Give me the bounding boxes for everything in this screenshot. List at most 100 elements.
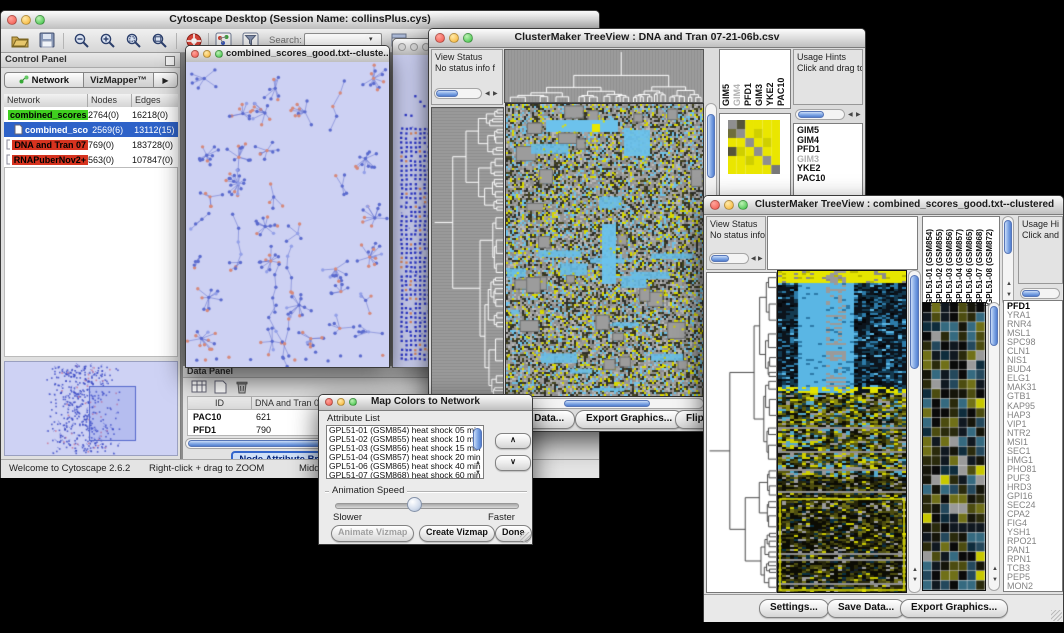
network1-title-bar[interactable]: combined_scores_good.txt--cluste... [186,46,389,63]
treeview-window-2: ClusterMaker TreeView : combined_scores_… [703,195,1064,622]
treeview1-title: ClusterMaker TreeView : DNA and Tran 07-… [429,29,865,46]
col-label: GPL51-01 (GSM854) [925,219,934,305]
tv2-save-data-button[interactable]: Save Data... [827,599,905,618]
document-icon [6,139,10,150]
animate-vizmap-button[interactable]: Animate Vizmap [331,525,414,542]
network-name: DNA and Tran 07 [12,140,88,150]
tv1-row-dendrogram[interactable] [431,107,504,397]
create-vizmap-button[interactable]: Create Vizmap [419,525,495,542]
open-file-icon[interactable] [11,32,29,50]
tv1-matrix-hscrollbar[interactable] [505,398,704,409]
main-window-title: Cytoscape Desktop (Session Name: collins… [1,11,599,28]
attribute-item[interactable]: GPL51-07 (GSM868) heat shock 60 min [327,471,483,479]
minimize-icon[interactable] [21,15,31,25]
resize-grip[interactable] [1051,610,1062,621]
save-icon[interactable] [39,32,57,50]
minimize-icon[interactable] [724,200,734,210]
network-row-combined-scores[interactable]: combined_scores 2764(0) 16218(0) [4,107,178,123]
treeview1-title-bar[interactable]: ClusterMaker TreeView : DNA and Tran 07-… [429,29,865,48]
tv2-export-graphics-button[interactable]: Export Graphics... [900,599,1008,618]
document-icon [14,124,23,135]
zoom-in-icon[interactable] [99,32,117,50]
close-icon[interactable] [398,43,406,51]
col-label: GIM4 [732,52,742,106]
close-icon[interactable] [191,50,199,58]
network-row-dna-tran[interactable]: DNA and Tran 07 769(0) 183728(0) [4,137,178,153]
tv1-status-hscrollbar[interactable] [434,88,482,99]
col-label: GIM5 [721,52,731,106]
col-label: GPL51-07 (GSM868) [975,219,984,305]
network-tab-icon [19,75,29,84]
minimize-icon[interactable] [449,33,459,43]
gene-label[interactable]: PAC10 [797,174,862,184]
tv2-collabel-vscrollbar[interactable]: ▲ ▼ [1002,216,1014,306]
col-header-nodes[interactable]: Nodes [88,94,132,107]
move-up-button[interactable]: ∧ [495,433,531,449]
zoom-window-icon[interactable] [349,398,357,406]
zoom-fit-icon[interactable] [151,32,169,50]
tv1-column-dendrogram[interactable] [504,49,704,103]
tab-network[interactable]: Network [4,72,84,88]
animation-speed-label: Animation Speed [329,485,407,496]
search-dropdown-icon[interactable]: ▾ [369,35,373,43]
network-row-rnapuber[interactable]: RNAPuberNov2+ 563(0) 107847(0) [4,152,178,168]
network-name: combined_sco [25,125,88,135]
network1-canvas[interactable] [186,62,389,367]
resize-grip[interactable] [520,532,531,543]
col-label: GPL51-06 (GSM865) [965,219,974,305]
birdseye-view[interactable] [4,361,178,456]
tv1-view-status: View Status No status info f ◀▶ [431,49,503,105]
control-panel-tabs: Network VizMapper™ ▶ [4,72,178,89]
minimize-icon[interactable] [410,43,418,51]
tv2-hints-hscrollbar[interactable] [1020,288,1060,299]
tv1-export-graphics-button[interactable]: Export Graphics... [575,410,683,429]
animation-slider-track[interactable] [335,503,519,509]
tab-overflow-icon[interactable]: ▶ [154,72,178,88]
tab-vizmapper[interactable]: VizMapper™ [84,72,154,88]
col-header-network[interactable]: Network [4,94,88,107]
tv2-status-hscrollbar[interactable] [709,253,749,264]
tv2-row-dendrogram[interactable] [706,272,777,593]
zoom-window-icon[interactable] [35,15,45,25]
zoom-window-icon[interactable] [463,33,473,43]
tv2-zoom-heatmap[interactable] [922,302,986,591]
zoom-selected-icon[interactable] [125,32,143,50]
col-label: GPL51-03 (GSM856) [945,219,954,305]
tv2-column-dendrogram[interactable] [767,216,918,270]
treeview2-title: ClusterMaker TreeView : combined_scores_… [704,196,1063,213]
zoom-out-icon[interactable] [73,32,91,50]
animation-slider-thumb[interactable] [407,497,422,512]
close-icon[interactable] [7,15,17,25]
float-panel-icon[interactable] [165,56,175,66]
tv2-gene-list: PFD1 YRA1 RNR4 MSL1 SPC98 CLN1 NIS1 BUD4… [1003,300,1063,592]
zoom-window-icon[interactable] [215,50,223,58]
attribute-list-label: Attribute List [327,413,380,424]
data-col-id[interactable]: ID [188,397,252,409]
move-down-button[interactable]: ∨ [495,455,531,471]
treeview2-title-bar[interactable]: ClusterMaker TreeView : combined_scores_… [704,196,1063,215]
gene-label[interactable]: MON2 [1007,582,1062,591]
attribute-listbox[interactable]: GPL51-01 (GSM854) heat shock 05 min GPL5… [326,425,484,479]
desktop: Cytoscape Desktop (Session Name: collins… [0,0,1064,633]
close-icon[interactable] [710,200,720,210]
tv2-expression-heatmap[interactable] [777,270,907,593]
tv2-settings-button[interactable]: Settings... [759,599,829,618]
tv1-mini-heatmap[interactable] [728,120,780,174]
dialog-title-bar[interactable]: Map Colors to Network [319,395,532,411]
tv2-genelist-vscrollbar[interactable]: ▲ ▼ [988,302,1000,591]
col-label: GPL51-08 (GSM872) [985,219,994,305]
slower-label: Slower [333,512,362,523]
minimize-icon[interactable] [337,398,345,406]
status-zoom-hint: Right-click + drag to ZOOM [149,460,264,478]
tv2-heatmap-vscrollbar[interactable]: ▲ ▼ [908,270,921,593]
close-icon[interactable] [435,33,445,43]
zoom-window-icon[interactable] [738,200,748,210]
attribute-list-scroll-thumb[interactable] [473,428,482,450]
tv1-similarity-matrix[interactable] [505,103,704,397]
close-icon[interactable] [325,398,333,406]
tv2-view-status: View Status No status info f ◀▶ [706,216,766,270]
network-row-selected[interactable]: combined_sco 2569(6) 13112(15) [4,122,178,138]
tv1-hints-hscrollbar[interactable] [795,109,845,120]
minimize-icon[interactable] [203,50,211,58]
col-header-edges[interactable]: Edges [132,94,178,107]
